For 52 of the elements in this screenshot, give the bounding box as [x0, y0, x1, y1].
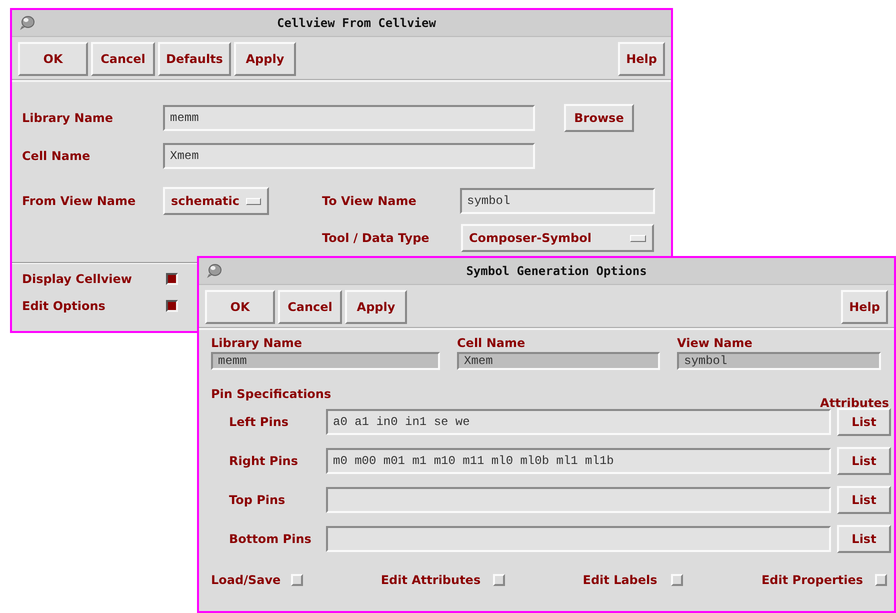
- field-label: From View Name: [22, 194, 137, 208]
- window-title: Symbol Generation Options: [465, 264, 648, 278]
- field-label: Left Pins: [229, 415, 290, 429]
- dialog-button[interactable]: Apply: [234, 42, 296, 76]
- field-label: Library Name: [211, 336, 304, 350]
- field-label: Right Pins: [229, 454, 299, 468]
- dropdown[interactable]: Composer-Symbol: [461, 224, 654, 252]
- option-label: Edit Labels: [582, 573, 658, 587]
- option-label: Edit Properties: [761, 573, 864, 587]
- option-label: Load/Save: [211, 573, 281, 587]
- column-heading: Attributes: [820, 396, 889, 410]
- dialog-button[interactable]: Cancel: [278, 290, 342, 324]
- dialog-button[interactable]: Cancel: [91, 42, 155, 76]
- list-button[interactable]: List: [837, 486, 891, 514]
- help-button[interactable]: Help: [841, 290, 888, 324]
- window-menu-icon[interactable]: [205, 263, 223, 279]
- input-field[interactable]: memm: [163, 105, 535, 131]
- dialog-button[interactable]: Apply: [345, 290, 407, 324]
- field-label: Cell Name: [457, 336, 526, 350]
- field-label: Bottom Pins: [229, 532, 312, 546]
- field-label: Top Pins: [229, 493, 286, 507]
- field-label: Tool / Data Type: [322, 231, 430, 245]
- section-heading: Pin Specifications: [211, 387, 332, 401]
- list-button[interactable]: List: [837, 447, 891, 475]
- field-label: Cell Name: [22, 149, 92, 163]
- input-field[interactable]: symbol: [460, 188, 655, 214]
- checkbox[interactable]: [166, 300, 178, 312]
- dropdown[interactable]: schematic: [163, 187, 269, 215]
- list-button[interactable]: List: [837, 525, 891, 553]
- input-field: symbol: [677, 352, 881, 370]
- help-button[interactable]: Help: [618, 42, 665, 76]
- field-label: To View Name: [322, 194, 418, 208]
- dialog-button[interactable]: OK: [18, 42, 88, 76]
- input-field[interactable]: [326, 487, 831, 513]
- window-title: Cellview From Cellview: [276, 16, 437, 30]
- option-label: Display Cellview: [22, 272, 133, 286]
- field-label: Library Name: [22, 111, 114, 125]
- input-field[interactable]: [326, 526, 831, 552]
- browse-button[interactable]: Browse: [564, 104, 634, 132]
- dialog-button[interactable]: Defaults: [158, 42, 231, 76]
- input-field[interactable]: m0 m00 m01 m1 m10 m11 ml0 ml0b ml1 ml1b: [326, 448, 831, 474]
- list-button[interactable]: List: [837, 408, 891, 436]
- input-field[interactable]: Xmem: [163, 143, 535, 169]
- field-label: View Name: [677, 336, 754, 350]
- window-menu-icon[interactable]: [18, 15, 36, 31]
- option-label: Edit Attributes: [380, 573, 481, 587]
- input-field: memm: [211, 352, 440, 370]
- option-label: Edit Options: [22, 299, 106, 313]
- checkbox[interactable]: [166, 273, 178, 285]
- dialog-button[interactable]: OK: [205, 290, 275, 324]
- input-field[interactable]: a0 a1 in0 in1 se we: [326, 409, 831, 435]
- input-field: Xmem: [457, 352, 660, 370]
